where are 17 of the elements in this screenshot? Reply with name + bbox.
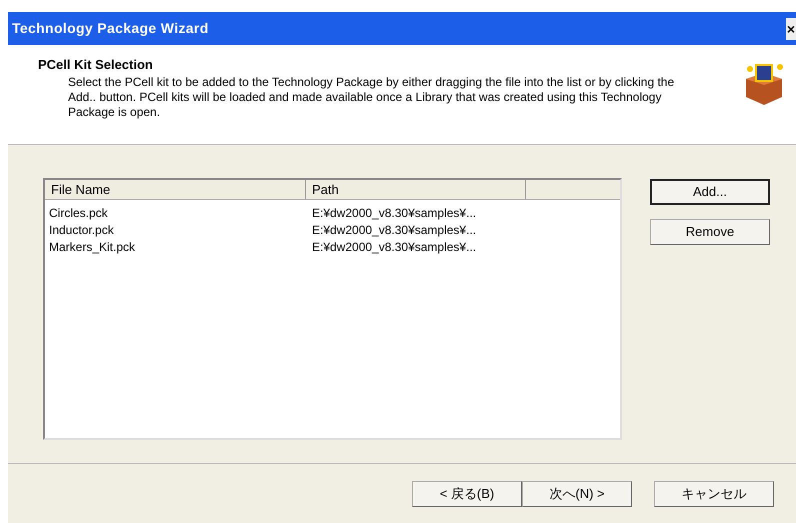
table-cell-text: E:¥dw2000_v8.30¥samples¥... [311,238,476,256]
table-cell-text: E:¥dw2000_v8.30¥samples¥... [311,222,476,238]
header-title: PCell Kit Selection [38,56,154,74]
column-header[interactable]: Path [306,180,526,199]
add-button[interactable]: Add... [650,179,770,205]
table-cell-text: Markers_Kit.pck [48,238,136,256]
table-cell-text: E:¥dw2000_v8.30¥samples¥... [311,204,476,222]
header-description: Select the PCell kit to be added to the Technology Package by either dragging the file into the list or by clicking the Add.. button. PCell kits will be loaded and made available once a Library that was created using this Technology Package is open. [67,74,676,120]
close-button[interactable]: × [786,18,796,40]
table-cell-text: Circles.pck [48,204,109,222]
back-button[interactable]: < 戻る(B) [412,480,522,506]
column-header[interactable]: File Name [45,180,306,199]
cancel-button[interactable]: キャンセル [654,480,774,506]
table-cell-text: Inductor.pck [48,222,115,238]
remove-button[interactable]: Remove [650,219,770,245]
next-button[interactable]: 次へ(N) > [522,480,632,506]
window-title: Technology Package Wizard [12,19,209,38]
